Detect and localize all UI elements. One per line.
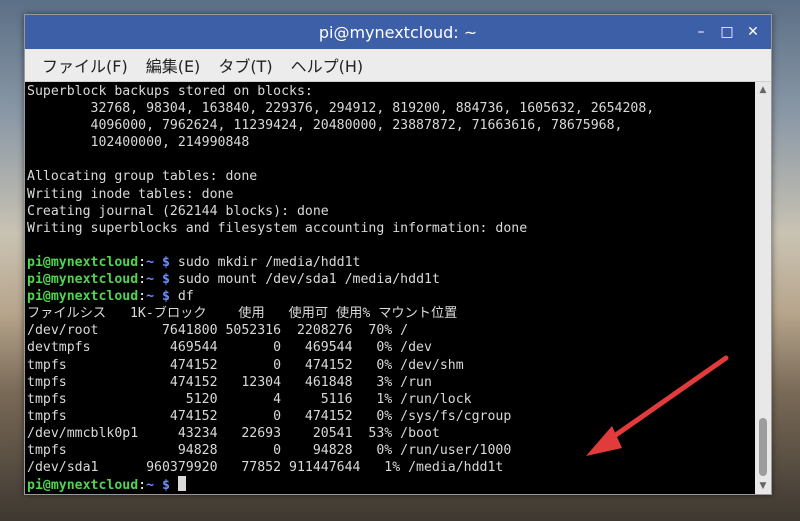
annotation-arrow-icon xyxy=(586,355,729,456)
